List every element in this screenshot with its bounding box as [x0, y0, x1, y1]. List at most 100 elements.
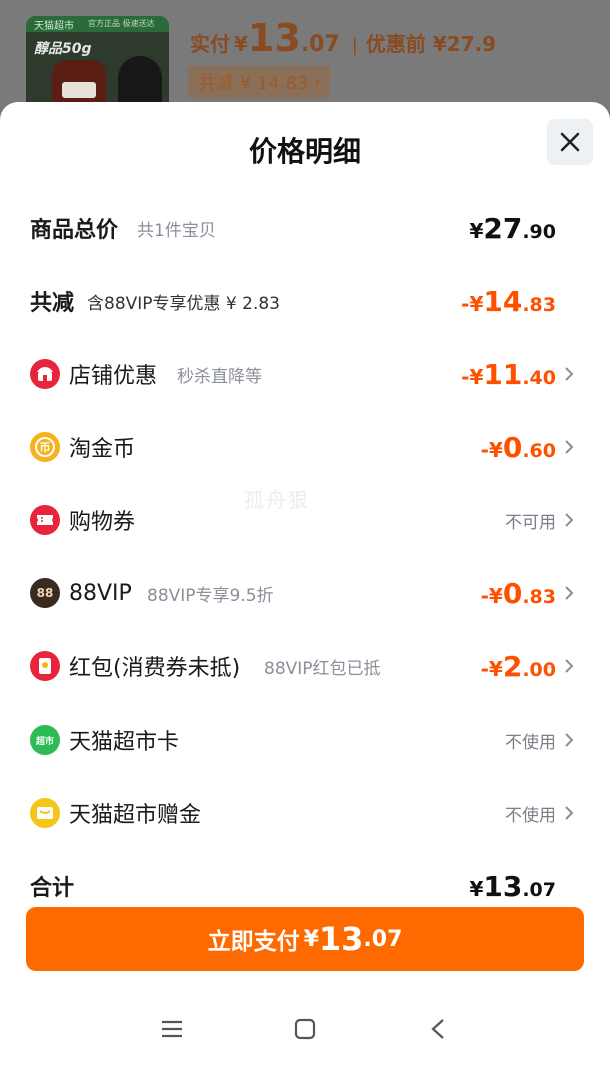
- row-sub: 含88VIP专享优惠 ¥ 2.83: [87, 293, 281, 314]
- gift-money-status: 不使用: [505, 805, 556, 826]
- card-glyph: 超市: [35, 736, 54, 747]
- amount-yen: ¥: [488, 437, 503, 462]
- pay-separator: |: [351, 35, 358, 56]
- chevron-right-icon: [562, 656, 576, 676]
- amount-int: 27: [483, 211, 523, 245]
- pay-button-dec: .07: [363, 926, 403, 952]
- back-button[interactable]: [418, 1009, 458, 1049]
- thumb-tag: 天猫超市: [34, 21, 74, 32]
- amount-int: 13: [483, 869, 523, 903]
- row-gift-money[interactable]: 天猫超市赠金 不使用: [0, 783, 610, 843]
- amount-sign: -: [480, 656, 489, 681]
- amount-yen: ¥: [469, 876, 484, 901]
- gift-money-icon: [30, 798, 60, 828]
- row-label: 天猫超市卡: [69, 730, 180, 755]
- back-icon: [431, 1019, 444, 1039]
- amount-int: 11: [483, 357, 523, 391]
- amount-dec: .83: [522, 293, 556, 316]
- actual-pay-line: 实付 ¥ 13 .07 | 优惠前 ¥27.9: [190, 16, 496, 64]
- coupon-status: 不可用: [505, 512, 556, 533]
- chevron-right-icon: [562, 364, 576, 384]
- row-red-packet[interactable]: 红包(消费券未抵) 88VIP红包已抵 - ¥ 2 .00: [0, 636, 610, 696]
- home-button[interactable]: [285, 1009, 325, 1049]
- row-label: 淘金币: [69, 437, 136, 462]
- row-label: 购物券: [69, 510, 136, 535]
- tmall-card-status: 不使用: [505, 732, 556, 753]
- amount-int: 0: [502, 576, 523, 610]
- chevron-right-icon: [562, 437, 576, 457]
- thumb-label: 醇品50g: [34, 41, 92, 57]
- row-sub: 秒杀直降等: [177, 366, 262, 387]
- row-sub: 88VIP专享9.5折: [147, 585, 274, 606]
- amount-yen: ¥: [488, 583, 503, 608]
- before-discount-price: 优惠前 ¥27.9: [365, 32, 497, 56]
- total-discount-amount: - ¥ 14 .83: [461, 285, 556, 318]
- row-shop-discount[interactable]: 店铺优惠 秒杀直降等 - ¥ 11 .40: [0, 344, 610, 404]
- price-detail-sheet: 价格明细 商品总价 共1件宝贝 ¥ 27 .90 共减 含88VIP专享优惠 ¥…: [0, 102, 610, 1066]
- amount-yen: ¥: [469, 218, 484, 243]
- menu-icon: [162, 1020, 182, 1038]
- vip88-icon: 88: [30, 578, 60, 608]
- vip-discount-amount: - ¥ 0 .83: [481, 577, 556, 610]
- pay-button-label: 立即支付: [207, 929, 300, 955]
- amount-yen: ¥: [469, 291, 484, 316]
- amount-dec: .07: [522, 878, 556, 901]
- pay-button-yen: ¥: [303, 926, 319, 952]
- amount-int: 14: [483, 284, 523, 318]
- coin-icon: 币: [30, 432, 60, 462]
- chevron-right-icon: [562, 730, 576, 750]
- row-sub: 88VIP红包已抵: [264, 658, 381, 679]
- menu-button[interactable]: [152, 1009, 192, 1049]
- amount-dec: .83: [522, 585, 556, 608]
- chevron-right-icon: [562, 510, 576, 530]
- row-label: 88VIP: [69, 580, 132, 606]
- pay-now-button[interactable]: 立即支付 ¥ 13 .07: [26, 907, 584, 971]
- amount-int: 0: [502, 430, 523, 464]
- shop-discount-amount: - ¥ 11 .40: [461, 358, 556, 391]
- saved-amount-chip[interactable]: 共减 ¥ 14.83 ›: [188, 66, 331, 98]
- amount-dec: .90: [522, 220, 556, 243]
- taojinbi-amount: - ¥ 0 .60: [481, 431, 556, 464]
- red-packet-icon: [30, 651, 60, 681]
- chevron-right-icon: [562, 583, 576, 603]
- row-taojinbi[interactable]: 币 淘金币 - ¥ 0 .60: [0, 417, 610, 477]
- row-label: 共减: [30, 291, 75, 316]
- amount-int: 2: [502, 649, 523, 683]
- row-sub: 共1件宝贝: [137, 220, 216, 241]
- pay-button-int: 13: [318, 920, 364, 958]
- actual-pay-label: 实付: [190, 32, 230, 56]
- close-button[interactable]: [547, 119, 593, 165]
- home-icon: [294, 1018, 316, 1040]
- coupon-icon: [30, 505, 60, 535]
- amount-yen: ¥: [469, 364, 484, 389]
- row-label: 商品总价: [30, 218, 119, 243]
- red-packet-amount: - ¥ 2 .00: [481, 650, 556, 683]
- amount-sign: -: [461, 364, 470, 389]
- actual-pay-int: 13: [247, 16, 301, 60]
- amount-sign: -: [461, 291, 470, 316]
- watermark: 孤舟狠: [244, 488, 310, 512]
- thumb-sub: 官方正品 极速送达: [88, 19, 155, 28]
- row-label: 店铺优惠: [69, 364, 158, 389]
- sheet-title: 价格明细: [248, 135, 361, 168]
- row-label: 天猫超市赠金: [69, 803, 202, 828]
- row-88vip[interactable]: 88 88VIP 88VIP专享9.5折 - ¥ 0 .83: [0, 563, 610, 623]
- actual-pay-yen: ¥: [234, 32, 248, 56]
- amount-dec: .00: [522, 658, 556, 681]
- row-total-discount: 共减 含88VIP专享优惠 ¥ 2.83 - ¥ 14 .83: [0, 271, 610, 331]
- tmall-card-icon: 超市: [30, 725, 60, 755]
- row-goods-total: 商品总价 共1件宝贝 ¥ 27 .90: [0, 198, 610, 258]
- chevron-right-icon: ›: [314, 74, 321, 90]
- vip-glyph: 88: [36, 586, 54, 600]
- amount-dec: .60: [522, 439, 556, 462]
- saved-amount-text: 共减 ¥ 14.83: [198, 73, 309, 94]
- goods-total-amount: ¥ 27 .90: [469, 212, 556, 245]
- system-navbar: [0, 992, 610, 1066]
- shop-icon: [30, 359, 60, 389]
- total-amount: ¥ 13 .07: [469, 870, 556, 903]
- amount-sign: -: [480, 583, 489, 608]
- amount-yen: ¥: [488, 656, 503, 681]
- total-label: 合计: [30, 876, 75, 901]
- amount-dec: .40: [522, 366, 556, 389]
- row-tmall-card[interactable]: 超市 天猫超市卡 不使用: [0, 710, 610, 770]
